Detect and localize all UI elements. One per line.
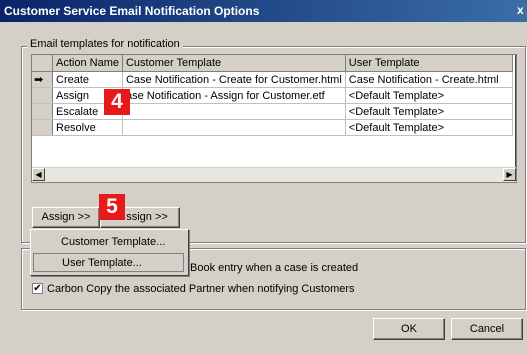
menu-item-customer-template[interactable]: Customer Template... (33, 233, 184, 252)
step-4-badge: 4 (104, 89, 130, 115)
ok-label: OK (401, 323, 417, 335)
column-header-user-template[interactable]: User Template (345, 55, 513, 72)
menu-item-user-template[interactable]: User Template... (33, 253, 184, 272)
carbon-copy-label[interactable]: Carbon Copy the associated Partner when … (47, 283, 355, 295)
user-template-cell[interactable]: <Default Template> (345, 119, 513, 136)
user-template-cell[interactable]: <Default Template> (345, 103, 513, 120)
triangle-right-icon[interactable]: ▶ (503, 168, 516, 181)
close-icon[interactable]: x (517, 3, 527, 17)
cancel-label: Cancel (469, 323, 505, 335)
assign-context-menu: Customer Template... User Template... (30, 229, 189, 276)
triangle-left-icon[interactable]: ◀ (32, 168, 45, 181)
customer-template-cell[interactable] (122, 119, 346, 136)
window-title: Customer Service Email Notification Opti… (4, 4, 260, 18)
table-row[interactable]: Resolve <Default Template> (32, 119, 513, 136)
customer-template-cell[interactable]: Case Notification - Create for Customer.… (122, 71, 346, 88)
row-selector-header (32, 55, 53, 72)
row-selector[interactable] (32, 119, 53, 136)
column-header-action[interactable]: Action Name (52, 55, 123, 72)
user-template-cell[interactable]: Case Notification - Create.html (345, 71, 513, 88)
header-row: Action Name Customer Template User Templ… (32, 55, 513, 72)
row-selector[interactable] (32, 87, 53, 104)
book-entry-text: Book entry when a case is created (190, 262, 359, 274)
templates-grid[interactable]: Action Name Customer Template User Templ… (31, 54, 517, 183)
customer-template-cell[interactable]: ase Notification - Assign for Customer.e… (122, 87, 346, 104)
horizontal-scrollbar[interactable]: ◀ ▶ (32, 167, 516, 182)
row-selector[interactable] (32, 103, 53, 120)
carbon-copy-checkbox[interactable]: ✔ (32, 283, 43, 294)
action-cell[interactable]: Create (52, 71, 123, 88)
assign-customer-label: Assign >> (41, 211, 91, 223)
title-bar: Customer Service Email Notification Opti… (0, 0, 527, 22)
arrow-right-icon: ➡ (32, 71, 53, 88)
group-label: Email templates for notification (27, 38, 183, 50)
assign-user-label: ssign >> (126, 211, 168, 223)
assign-customer-button[interactable]: Assign >> (32, 207, 100, 228)
customer-template-cell[interactable] (122, 103, 346, 120)
ok-button[interactable]: OK (373, 318, 445, 340)
table-row[interactable]: ➡ Create Case Notification - Create for … (32, 71, 513, 88)
step-5-badge: 5 (99, 194, 125, 220)
user-template-cell[interactable]: <Default Template> (345, 87, 513, 104)
action-cell[interactable]: Resolve (52, 119, 123, 136)
column-header-customer-template[interactable]: Customer Template (122, 55, 346, 72)
cancel-button[interactable]: Cancel (451, 318, 523, 340)
